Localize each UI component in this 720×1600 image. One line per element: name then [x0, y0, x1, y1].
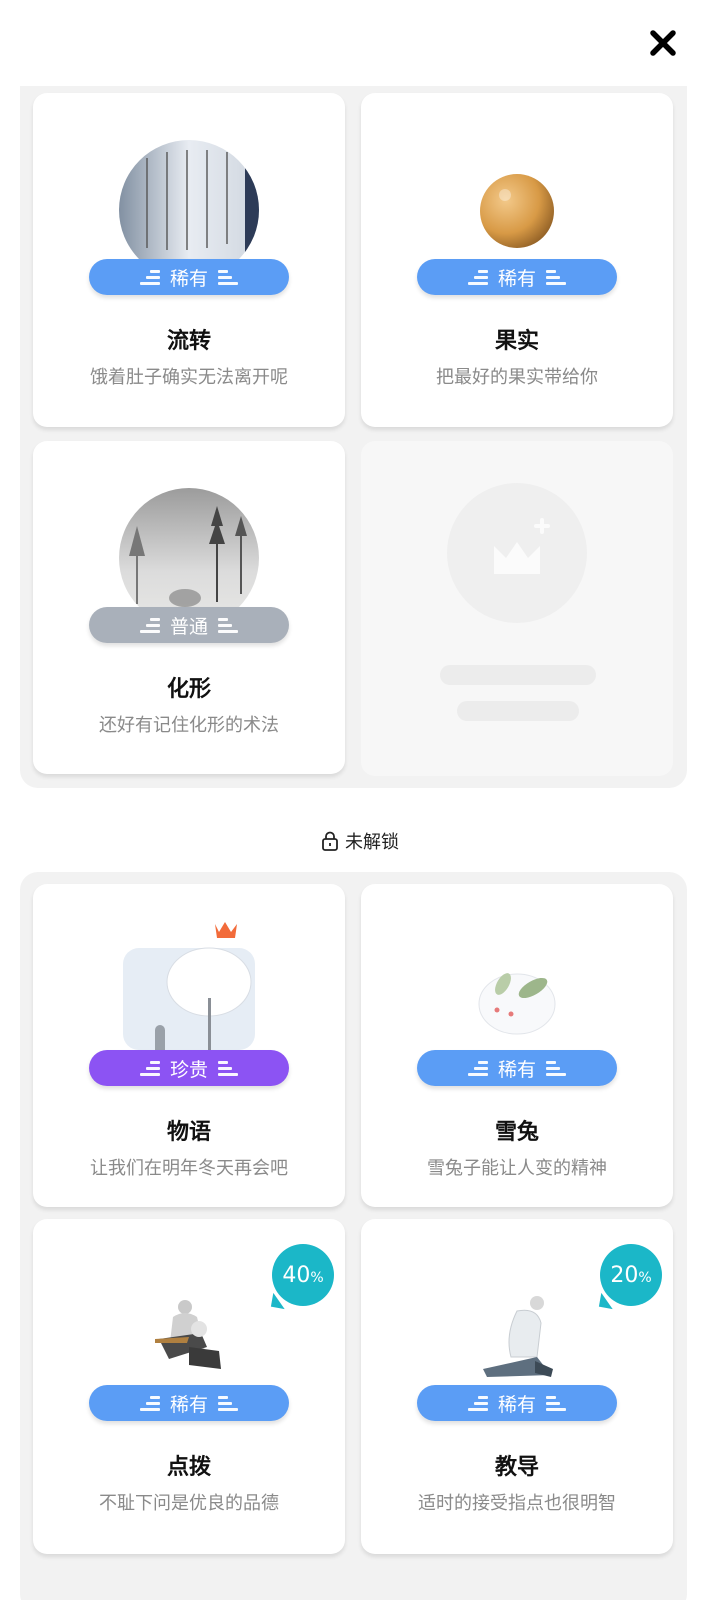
card-wuyu[interactable]: 珍贵 物语 让我们在明年冬天再会吧 — [33, 884, 345, 1207]
card-title: 雪兔 — [494, 1120, 539, 1145]
card-image-kneeling-figure — [477, 1295, 557, 1379]
card-title: 教导 — [494, 1455, 539, 1480]
card-description: 饿着肚子确实无法离开呢 — [90, 367, 288, 388]
progress-unit: % — [638, 1270, 652, 1286]
rarity-badge: 稀有 — [417, 259, 617, 295]
rarity-badge: 稀有 — [89, 1385, 289, 1421]
rarity-label: 珍贵 — [169, 1058, 208, 1081]
card-guoshi[interactable]: 稀有 果实 把最好的果实带给你 — [361, 93, 673, 427]
crown-icon — [215, 922, 237, 938]
card-title: 物语 — [166, 1120, 211, 1145]
rarity-badge: 普通 — [89, 607, 289, 643]
card-image-forest — [117, 486, 261, 616]
rarity-badge: 珍贵 — [89, 1050, 289, 1086]
rarity-badge: 稀有 — [417, 1050, 617, 1086]
card-image-fruit — [479, 173, 555, 253]
locked-panel: 珍贵 物语 让我们在明年冬天再会吧 稀有 雪兔 雪兔子能让人变的精神 40 % … — [20, 872, 687, 1600]
card-dianbo[interactable]: 40 % 稀有 点拨 不耻下问是优良的品德 — [33, 1219, 345, 1554]
card-description: 还好有记住化形的术法 — [99, 715, 279, 736]
close-button[interactable] — [648, 28, 678, 58]
placeholder-title-bar — [440, 665, 596, 685]
locked-section-text: 未解锁 — [345, 832, 399, 853]
progress-value: 40 — [282, 1262, 311, 1288]
lock-icon — [322, 831, 338, 851]
card-xuetu[interactable]: 稀有 雪兔 雪兔子能让人变的精神 — [361, 884, 673, 1207]
card-image-snow-tree — [119, 918, 259, 1050]
card-jiaodao[interactable]: 20 % 稀有 教导 适时的接受指点也很明智 — [361, 1219, 673, 1554]
rarity-badge: 稀有 — [417, 1385, 617, 1421]
card-liuzhuan[interactable]: 稀有 流转 饿着肚子确实无法离开呢 — [33, 93, 345, 427]
card-description: 把最好的果实带给你 — [436, 367, 598, 388]
rarity-label: 稀有 — [497, 1393, 536, 1416]
add-image-icon — [446, 482, 588, 624]
locked-section-label: 未解锁 — [0, 828, 720, 854]
rarity-label: 稀有 — [169, 267, 208, 290]
card-image-snow-rabbit — [475, 964, 559, 1036]
rarity-label: 稀有 — [497, 267, 536, 290]
rarity-label: 稀有 — [169, 1393, 208, 1416]
card-description: 适时的接受指点也很明智 — [418, 1493, 616, 1514]
card-title: 果实 — [494, 329, 539, 354]
card-description: 雪兔子能让人变的精神 — [427, 1158, 607, 1179]
rarity-label: 普通 — [169, 615, 208, 638]
card-title: 流转 — [166, 329, 211, 354]
unlocked-panel: 稀有 流转 饿着肚子确实无法离开呢 稀有 果实 把最好的果实带给你 普通 化形 … — [20, 86, 687, 788]
progress-unit: % — [310, 1270, 324, 1286]
card-description: 不耻下问是优良的品德 — [99, 1493, 279, 1514]
progress-value: 20 — [610, 1262, 639, 1288]
placeholder-desc-bar — [457, 701, 579, 721]
rarity-badge: 稀有 — [89, 259, 289, 295]
card-image-scroll — [117, 138, 261, 268]
progress-badge: 20 % — [598, 1244, 662, 1310]
card-description: 让我们在明年冬天再会吧 — [90, 1158, 288, 1179]
card-huaxing[interactable]: 普通 化形 还好有记住化形的术法 — [33, 441, 345, 774]
card-title: 化形 — [166, 677, 211, 702]
close-icon — [650, 30, 676, 56]
progress-badge: 40 % — [270, 1244, 334, 1310]
rarity-label: 稀有 — [497, 1058, 536, 1081]
card-placeholder — [361, 441, 673, 776]
card-image-seated-figures — [149, 1299, 229, 1371]
card-title: 点拨 — [166, 1455, 211, 1480]
